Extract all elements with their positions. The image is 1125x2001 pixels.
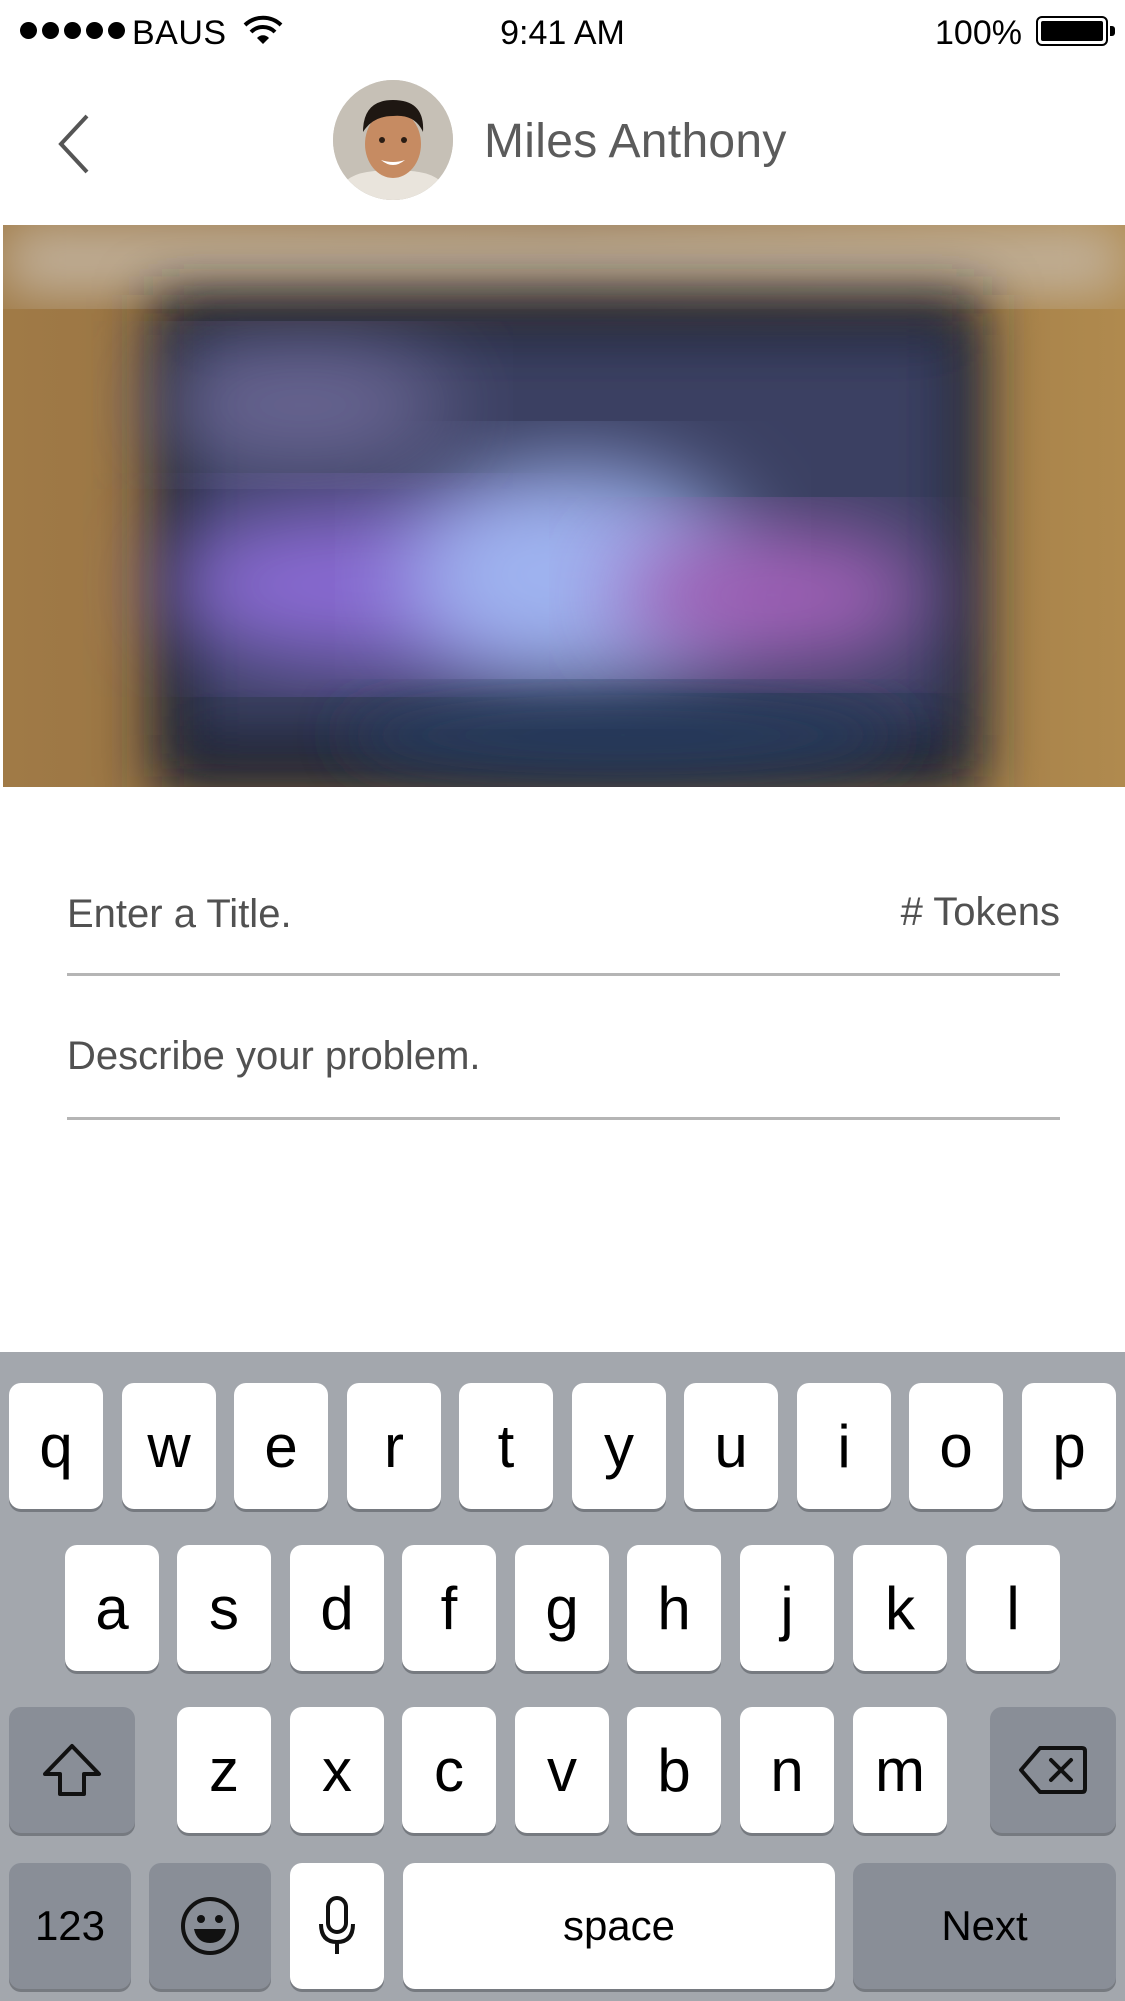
key-a[interactable]: a — [65, 1545, 159, 1671]
key-s[interactable]: s — [177, 1545, 271, 1671]
key-g[interactable]: g — [515, 1545, 609, 1671]
key-q[interactable]: q — [9, 1383, 103, 1509]
delete-key[interactable] — [990, 1707, 1116, 1833]
space-key[interactable]: space — [403, 1863, 835, 1989]
keyboard: q w e r t y u i o p a s d f g h j k l z … — [0, 1352, 1125, 2001]
battery-percentage: 100% — [935, 14, 1022, 52]
key-x[interactable]: x — [290, 1707, 384, 1833]
back-button[interactable] — [40, 104, 110, 184]
description-field[interactable]: Describe your problem. — [67, 1020, 1060, 1120]
key-z[interactable]: z — [177, 1707, 271, 1833]
key-l[interactable]: l — [966, 1545, 1060, 1671]
microphone-icon — [319, 1896, 355, 1954]
emoji-icon — [181, 1897, 239, 1955]
key-u[interactable]: u — [684, 1383, 778, 1509]
key-f[interactable]: f — [402, 1545, 496, 1671]
emoji-key[interactable] — [149, 1863, 271, 1989]
blurred-photo-image — [3, 225, 1125, 787]
key-e[interactable]: e — [234, 1383, 328, 1509]
key-y[interactable]: y — [572, 1383, 666, 1509]
title-field[interactable]: Enter a Title. # Tokens — [67, 880, 1060, 976]
chat-header: Miles Anthony — [0, 64, 1125, 224]
key-o[interactable]: o — [909, 1383, 1003, 1509]
description-input[interactable]: Describe your problem. — [67, 1034, 481, 1079]
key-b[interactable]: b — [627, 1707, 721, 1833]
key-r[interactable]: r — [347, 1383, 441, 1509]
chevron-left-icon — [58, 114, 89, 174]
key-w[interactable]: w — [122, 1383, 216, 1509]
battery-icon — [1036, 16, 1115, 46]
attached-photo[interactable] — [3, 225, 1125, 787]
delete-icon — [1019, 1746, 1087, 1794]
key-k[interactable]: k — [853, 1545, 947, 1671]
new-request-screen: BAUS 9:41 AM 100% Miles Anthony Enter a … — [0, 0, 1125, 2001]
next-key[interactable]: Next — [853, 1863, 1116, 1989]
status-bar: BAUS 9:41 AM 100% — [0, 0, 1125, 64]
tokens-button[interactable]: # Tokens — [901, 890, 1060, 935]
shift-icon — [43, 1744, 101, 1796]
key-v[interactable]: v — [515, 1707, 609, 1833]
key-n[interactable]: n — [740, 1707, 834, 1833]
key-i[interactable]: i — [797, 1383, 891, 1509]
key-c[interactable]: c — [402, 1707, 496, 1833]
shift-key[interactable] — [9, 1707, 135, 1833]
key-t[interactable]: t — [459, 1383, 553, 1509]
contact-name: Miles Anthony — [484, 115, 787, 168]
key-j[interactable]: j — [740, 1545, 834, 1671]
key-h[interactable]: h — [627, 1545, 721, 1671]
avatar[interactable] — [333, 80, 453, 200]
key-p[interactable]: p — [1022, 1383, 1116, 1509]
avatar-portrait — [333, 80, 453, 200]
key-m[interactable]: m — [853, 1707, 947, 1833]
key-d[interactable]: d — [290, 1545, 384, 1671]
numbers-key[interactable]: 123 — [9, 1863, 131, 1989]
dictation-key[interactable] — [290, 1863, 384, 1989]
title-input[interactable]: Enter a Title. — [67, 892, 292, 937]
